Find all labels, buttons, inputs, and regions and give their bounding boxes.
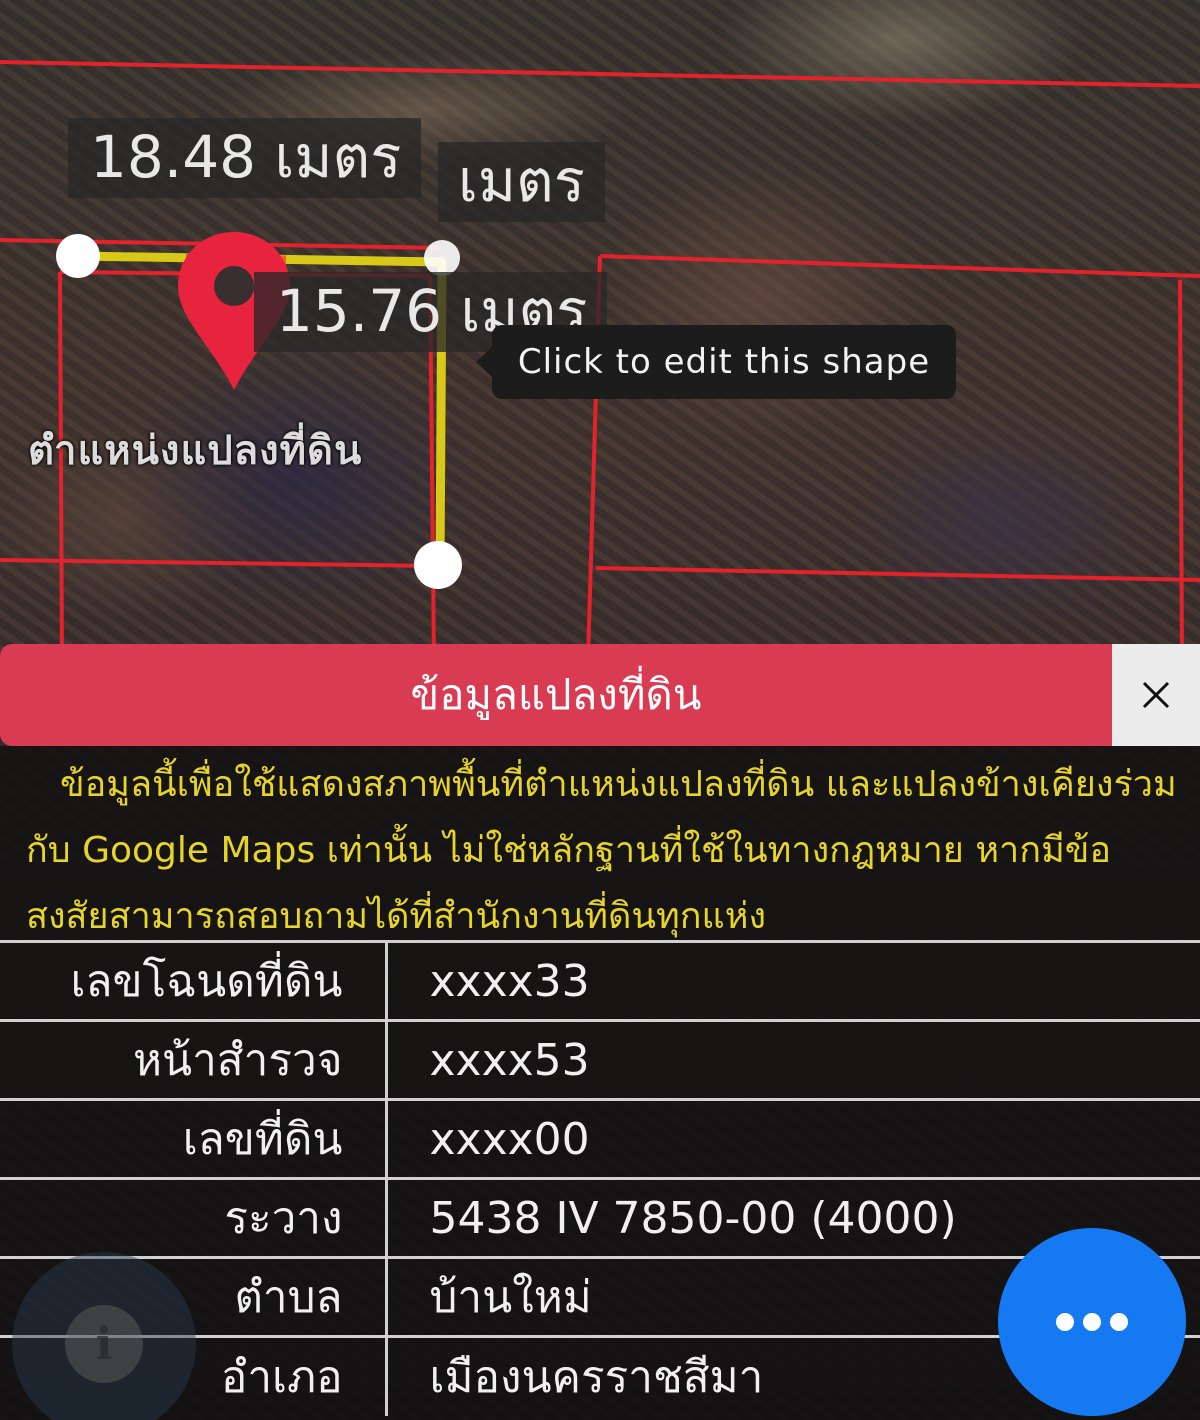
table-row: เลขที่ดิน xxxx00	[0, 1098, 1200, 1179]
more-options-button[interactable]	[998, 1228, 1186, 1416]
table-row: เลขโฉนดที่ดิน xxxx33	[0, 940, 1200, 1021]
row-label: เลขที่ดิน	[0, 1098, 388, 1179]
table-row: ระวาง 5438 IV 7850-00 (4000)	[0, 1177, 1200, 1258]
more-dots-icon	[1083, 1313, 1101, 1331]
more-dots-icon	[1110, 1313, 1128, 1331]
vertex-handle	[56, 234, 100, 278]
table-row: หน้าสำรวจ xxxx53	[0, 1019, 1200, 1100]
disclaimer-text: ข้อมูลนี้เพื่อใช้แสดงสภาพพื้นที่ตำแหน่งแ…	[26, 764, 1177, 937]
close-icon	[1142, 681, 1170, 709]
info-icon: i	[65, 1305, 143, 1383]
row-value: xxxx00	[386, 1098, 1200, 1179]
land-info-header: ข้อมูลแปลงที่ดิน	[0, 644, 1200, 746]
measure-label: เมตร	[438, 142, 605, 222]
row-value: xxxx33	[386, 940, 1200, 1021]
close-button[interactable]	[1112, 644, 1200, 746]
measure-label: 18.48 เมตร	[68, 118, 422, 198]
pin-label: ตำแหน่งแปลงที่ดิน	[28, 428, 363, 474]
vertex-handle	[424, 240, 460, 276]
row-label: หน้าสำรวจ	[0, 1019, 388, 1100]
row-label: ระวาง	[0, 1177, 388, 1258]
edit-shape-tooltip[interactable]: Click to edit this shape	[476, 325, 956, 399]
vertex-handle	[414, 541, 462, 589]
row-value: xxxx53	[386, 1019, 1200, 1100]
row-label: เลขโฉนดที่ดิน	[0, 940, 388, 1021]
panel-title: ข้อมูลแปลงที่ดิน	[410, 670, 702, 719]
more-dots-icon	[1056, 1313, 1074, 1331]
